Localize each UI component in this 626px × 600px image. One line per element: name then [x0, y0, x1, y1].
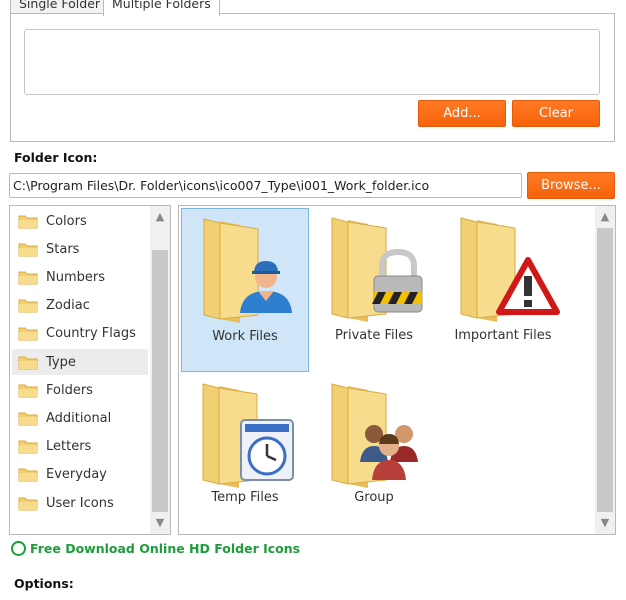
smiley-icon: [11, 541, 26, 556]
icon-tile-label: Important Files: [454, 328, 552, 343]
category-item-label: Additional: [46, 410, 112, 426]
category-item[interactable]: Additional: [12, 405, 148, 431]
folder-icon: [18, 439, 38, 454]
icon-tile[interactable]: Group: [310, 374, 438, 538]
download-icons-link[interactable]: Free Download Online HD Folder Icons: [11, 541, 300, 556]
scroll-down-arrow-icon[interactable]: ▼: [150, 514, 170, 532]
category-item-label: Type: [46, 354, 76, 370]
folder-icon: [18, 326, 38, 341]
icon-grid-scrollbar-thumb[interactable]: [597, 228, 613, 512]
category-item[interactable]: Type: [12, 349, 148, 375]
category-item-label: Stars: [46, 241, 80, 257]
folder-icon: [18, 496, 38, 511]
folder-icon: [18, 298, 38, 313]
category-item[interactable]: User Icons: [12, 490, 148, 516]
icon-tile[interactable]: Temp Files: [181, 374, 309, 538]
icon-tile-label: Work Files: [212, 329, 278, 344]
category-item[interactable]: Stars: [12, 236, 148, 262]
icon-grid: ▲ ▼ Work Files Private Files Important Fil…: [178, 205, 616, 535]
folder-icon: [18, 355, 38, 370]
folder-icon: [18, 270, 38, 285]
category-item-label: Letters: [46, 439, 92, 455]
folder-icon-label: Folder Icon:: [14, 150, 98, 165]
options-label: Options:: [14, 576, 74, 591]
folder-list-box[interactable]: [24, 29, 600, 95]
clear-button[interactable]: Clear: [512, 100, 600, 127]
category-item[interactable]: Colors: [12, 208, 148, 234]
tab-multiple-folders[interactable]: Multiple Folders: [103, 0, 220, 16]
category-item[interactable]: Folders: [12, 377, 148, 403]
category-item-label: Folders: [46, 382, 93, 398]
folder-icon: [18, 411, 38, 426]
icon-tile-label: Group: [354, 490, 394, 505]
padlock-icon: [372, 248, 423, 313]
folder-icon: [18, 467, 38, 482]
folder-icon: [18, 383, 38, 398]
worker-icon: [240, 261, 292, 313]
warning-icon: [496, 257, 560, 315]
category-item[interactable]: Zodiac: [12, 293, 148, 319]
browse-button[interactable]: Browse...: [527, 172, 615, 199]
scroll-down-arrow-icon[interactable]: ▼: [595, 514, 615, 532]
category-scrollbar[interactable]: ▲ ▼: [150, 206, 170, 534]
folder-icon: [18, 242, 38, 257]
icon-path-input[interactable]: C:\Program Files\Dr. Folder\icons\ico007…: [9, 173, 522, 198]
icon-tile-label: Temp Files: [211, 490, 279, 505]
category-item-label: Country Flags: [46, 326, 136, 342]
category-list: ▲ ▼ Colors Stars Numbers Zodiac Country Flag…: [9, 205, 171, 535]
category-scrollbar-thumb[interactable]: [152, 250, 168, 512]
add-button[interactable]: Add...: [418, 100, 506, 127]
people-group-icon: [360, 425, 418, 480]
scroll-up-arrow-icon[interactable]: ▲: [595, 208, 615, 226]
category-item[interactable]: Letters: [12, 434, 148, 460]
category-item-label: Numbers: [46, 269, 105, 285]
icon-grid-scrollbar[interactable]: ▲ ▼: [595, 206, 615, 534]
scroll-up-arrow-icon[interactable]: ▲: [150, 208, 170, 226]
icon-tile[interactable]: Private Files: [310, 208, 438, 372]
category-item-label: User Icons: [46, 495, 114, 511]
category-item[interactable]: Country Flags: [12, 321, 148, 347]
download-link-label[interactable]: Free Download Online HD Folder Icons: [30, 541, 300, 556]
icon-tile-label: Private Files: [335, 328, 413, 343]
category-item[interactable]: Numbers: [12, 264, 148, 290]
icon-tile[interactable]: Important Files: [439, 208, 567, 372]
category-item-label: Everyday: [46, 467, 107, 483]
clock-icon: [240, 419, 294, 481]
icon-tile[interactable]: Work Files: [181, 208, 309, 372]
category-item[interactable]: Everyday: [12, 462, 148, 488]
folder-icon: [18, 214, 38, 229]
category-item-label: Colors: [46, 213, 87, 229]
tab-single-folder[interactable]: Single Folder: [10, 0, 110, 14]
category-item-label: Zodiac: [46, 298, 90, 314]
